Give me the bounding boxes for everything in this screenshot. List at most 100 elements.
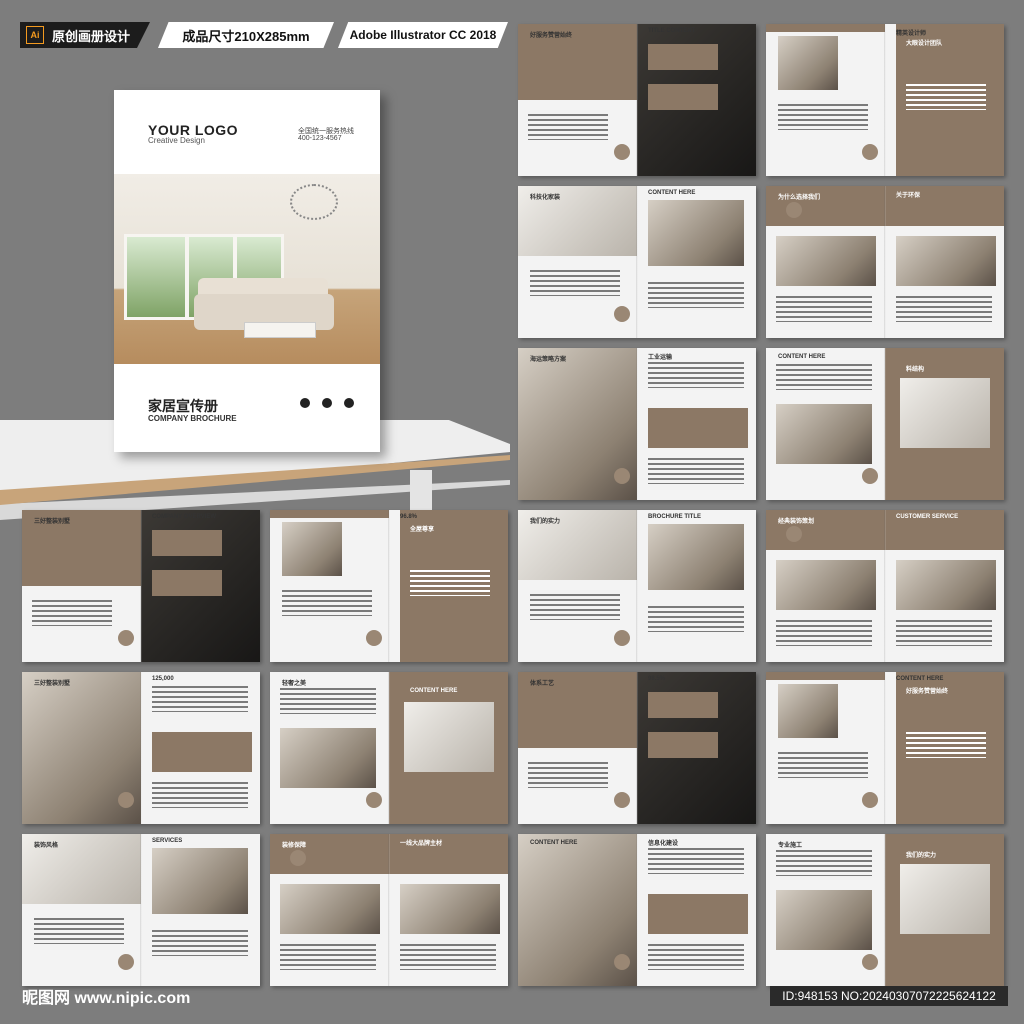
table-leg bbox=[410, 470, 432, 510]
spread-subtitle: CONTENT HERE bbox=[648, 190, 696, 196]
spread-title: 三好整装别墅 bbox=[34, 519, 71, 525]
brochure-spread: CONTENT HERE 信息化建设 bbox=[518, 834, 756, 986]
spread-photo bbox=[776, 404, 872, 464]
brochure-cover: YOUR LOGO Creative Design 全国统一服务热线 400-1… bbox=[114, 90, 380, 452]
spread-subtitle: 关于环保 bbox=[896, 193, 921, 199]
brochure-spread: 海运策略方案 工业运输 bbox=[518, 348, 756, 500]
page-fold bbox=[884, 348, 886, 500]
icon-circle bbox=[366, 630, 382, 646]
spread-title: 为什么选择我们 bbox=[778, 195, 821, 201]
overlay-box bbox=[648, 732, 718, 758]
icon-circle bbox=[366, 792, 382, 808]
text-lines bbox=[152, 686, 248, 712]
icon-circle bbox=[614, 792, 630, 808]
icon-circle bbox=[862, 792, 878, 808]
page-fold bbox=[636, 834, 638, 986]
spread-photo bbox=[280, 728, 376, 788]
spread-subtitle: 98.5% bbox=[648, 676, 666, 682]
spread-subtitle: 96.8% bbox=[400, 514, 418, 520]
text-lines bbox=[280, 944, 376, 970]
text-lines bbox=[152, 782, 248, 808]
spread-subtitle: 工业运输 bbox=[648, 355, 673, 361]
text-lines bbox=[152, 930, 248, 956]
overlay-box bbox=[648, 44, 718, 70]
page-fold bbox=[636, 348, 638, 500]
brown-box bbox=[648, 408, 748, 448]
spread-title: CONTENT HERE bbox=[530, 840, 578, 846]
spread-title: 轻奢之美 bbox=[282, 681, 307, 687]
icon-circle bbox=[290, 850, 306, 866]
mail-icon bbox=[322, 398, 332, 408]
spread-subtitle: 125,000 bbox=[152, 676, 174, 682]
spread-title: 我们的实力 bbox=[530, 519, 561, 525]
icon-circle bbox=[614, 630, 630, 646]
spread-title: 三好整装别墅 bbox=[34, 681, 71, 687]
spread-photo bbox=[400, 884, 500, 934]
spread-subtitle: 一线大品牌主材 bbox=[400, 841, 443, 847]
spread-title: 好服务赞营始终 bbox=[530, 33, 573, 39]
spread-title: 专业施工 bbox=[778, 843, 803, 849]
icon-circle bbox=[118, 792, 134, 808]
brochure-spread: 三好整装别墅 125,000 bbox=[22, 672, 260, 824]
spread-title: CONTENT HERE bbox=[778, 354, 826, 360]
text-lines bbox=[528, 762, 608, 788]
brown-box bbox=[648, 894, 748, 934]
page-fold bbox=[636, 24, 638, 176]
text-lines bbox=[530, 270, 620, 296]
text-lines bbox=[778, 752, 868, 778]
brochure-spread: CONTENT HERE 料结构 bbox=[766, 348, 1004, 500]
text-lines bbox=[648, 362, 744, 388]
text-lines bbox=[896, 620, 992, 646]
page-fold bbox=[884, 186, 886, 338]
window bbox=[124, 234, 188, 320]
spread-title: 经典装饰策划 bbox=[778, 519, 815, 525]
phone-icon bbox=[300, 398, 310, 408]
page-fold bbox=[388, 510, 390, 662]
text-lines bbox=[776, 296, 872, 322]
icon-circle bbox=[614, 144, 630, 160]
spread-subtitle: TITLE CONTENT bbox=[648, 28, 696, 34]
cover-title-cn: 家居宣传册 bbox=[148, 398, 218, 414]
overlay-box bbox=[152, 570, 222, 596]
page-fold bbox=[140, 834, 142, 986]
brochure-spread: 大眼设计团队 精英设计师 bbox=[766, 24, 1004, 176]
spread-photo bbox=[776, 236, 876, 286]
icon-circle bbox=[614, 468, 630, 484]
brochure-spread: 全屋尊享 96.8% bbox=[270, 510, 508, 662]
icon-circle bbox=[614, 306, 630, 322]
icon-circle bbox=[118, 630, 134, 646]
chandelier-icon bbox=[290, 184, 338, 220]
spread-title: 大眼设计团队 bbox=[906, 41, 943, 47]
spread-title: 装修保障 bbox=[282, 843, 307, 849]
page-fold bbox=[884, 834, 886, 986]
spread-photo bbox=[900, 378, 990, 448]
overlay-box bbox=[152, 530, 222, 556]
cover-logo-sub: Creative Design bbox=[148, 136, 205, 145]
icon-circle bbox=[786, 202, 802, 218]
page-fold bbox=[388, 672, 390, 824]
page-fold bbox=[140, 672, 142, 824]
spread-title: 体系工艺 bbox=[530, 681, 555, 687]
page-fold bbox=[636, 186, 638, 338]
text-lines bbox=[778, 104, 868, 130]
text-lines-light bbox=[410, 570, 490, 596]
spread-photo bbox=[280, 884, 380, 934]
brochure-spread: 经典装饰策划 CUSTOMER SERVICE bbox=[766, 510, 1004, 662]
page-fold bbox=[388, 834, 390, 986]
spread-photo bbox=[896, 560, 996, 610]
coffee-table bbox=[244, 322, 316, 338]
text-lines bbox=[648, 944, 744, 970]
text-lines-light bbox=[906, 732, 986, 758]
spread-subtitle: COMPANY OVERVIEW bbox=[152, 514, 217, 520]
spread-photo bbox=[900, 864, 990, 934]
spread-title: 海运策略方案 bbox=[530, 357, 567, 363]
spread-subtitle: 精英设计师 bbox=[896, 31, 927, 37]
text-lines-light bbox=[906, 84, 986, 110]
brown-strip bbox=[270, 510, 389, 518]
spread-photo bbox=[778, 36, 838, 90]
spread-photo bbox=[896, 236, 996, 286]
spread-title: 好服务赞营始终 bbox=[906, 689, 949, 695]
text-lines bbox=[280, 688, 376, 714]
spread-subtitle: CONTENT HERE bbox=[896, 676, 944, 682]
brochure-spread: 好服务赞营始终 CONTENT HERE bbox=[766, 672, 1004, 824]
